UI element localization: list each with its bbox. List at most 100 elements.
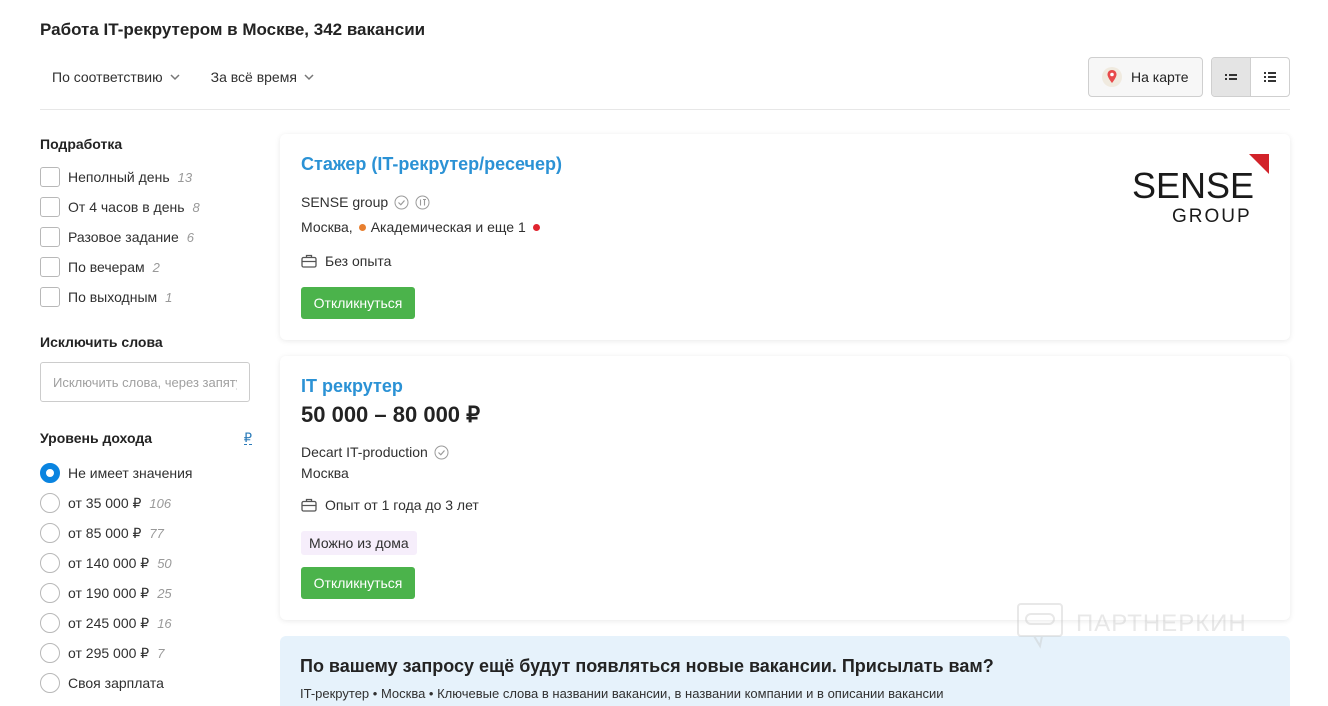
verified-check-icon (394, 195, 409, 209)
option-label: от 245 000 ₽ (68, 614, 150, 631)
sort-period-label: За всё время (210, 69, 297, 85)
option-label: Разовое задание (68, 229, 179, 245)
option-label: По выходным (68, 289, 158, 305)
option-label: От 4 часов в день (68, 199, 185, 215)
parttime-option[interactable]: От 4 часов в день 8 (40, 192, 252, 222)
checkbox[interactable] (40, 167, 60, 187)
option-label: от 190 000 ₽ (68, 584, 150, 601)
sort-relevance-dropdown[interactable]: По соответствию (40, 67, 181, 87)
option-count: 106 (149, 495, 172, 511)
option-label: от 35 000 ₽ (68, 494, 142, 511)
parttime-option[interactable]: По вечерам 2 (40, 252, 252, 282)
view-toggle (1211, 57, 1290, 97)
option-count: 50 (157, 555, 172, 571)
income-option[interactable]: Не имеет значения (40, 458, 252, 488)
company-name[interactable]: Decart IT-production (301, 444, 428, 460)
header-divider (40, 109, 1290, 110)
experience-row: Опыт от 1 года до 3 лет (301, 497, 479, 513)
experience-row: Без опыта (301, 253, 391, 269)
city: Москва, (301, 219, 353, 235)
subscribe-subtitle: IT-рекрутер • Москва • Ключевые слова в … (300, 686, 944, 701)
vacancy-title-link[interactable]: Стажер (IT-рекрутер/ресечер) (301, 154, 562, 175)
subscribe-title: По вашему запросу ещё будут появляться н… (300, 656, 994, 676)
company-row: Decart IT-production (301, 444, 449, 460)
metro-line-dot (532, 223, 540, 231)
option-count: 77 (149, 525, 164, 541)
checkbox[interactable] (40, 287, 60, 307)
income-option[interactable]: от 295 000 ₽ 7 (40, 638, 252, 668)
respond-button[interactable]: Откликнуться (301, 287, 415, 319)
option-label: Своя зарплата (68, 675, 164, 691)
option-label: от 295 000 ₽ (68, 644, 150, 661)
chevron-down-icon (170, 74, 180, 81)
it-accredited-icon (415, 195, 430, 209)
option-label: от 140 000 ₽ (68, 554, 150, 571)
company-name[interactable]: SENSE group (301, 194, 388, 210)
salary: 50 000 – 80 000 ₽ (301, 402, 481, 427)
map-pin-icon (1102, 67, 1122, 87)
income-option[interactable]: от 35 000 ₽ 106 (40, 488, 252, 518)
radio-button[interactable] (40, 523, 60, 543)
option-label: По вечерам (68, 259, 145, 275)
full-view-button[interactable] (1251, 58, 1289, 96)
option-count: 25 (157, 585, 172, 601)
income-option[interactable]: от 85 000 ₽ 77 (40, 518, 252, 548)
option-label: Не имеет значения (68, 465, 193, 481)
income-option[interactable]: от 245 000 ₽ 16 (40, 608, 252, 638)
chevron-down-icon (304, 74, 314, 81)
checkbox[interactable] (40, 197, 60, 217)
verified-check-icon (434, 445, 449, 459)
income-header: Уровень дохода ₽ (40, 430, 252, 446)
option-label: Неполный день (68, 169, 170, 185)
income-heading: Уровень дохода (40, 430, 153, 446)
parttime-option[interactable]: Неполный день 13 (40, 162, 252, 192)
logo-text-group: GROUP (1172, 206, 1252, 226)
location-row: Москва (301, 465, 349, 481)
vacancy-card: Стажер (IT-рекрутер/ресечер) SENSE group… (280, 134, 1290, 340)
sort-period-dropdown[interactable]: За всё время (211, 67, 315, 87)
compact-view-button[interactable] (1212, 58, 1251, 96)
respond-button[interactable]: Откликнуться (301, 567, 415, 599)
radio-button[interactable] (40, 553, 60, 573)
watermark-text: ПАРТНЕРКИН (1076, 610, 1247, 637)
parttime-option[interactable]: Разовое задание 6 (40, 222, 252, 252)
list-icon (1264, 72, 1276, 82)
map-button[interactable]: На карте (1088, 57, 1203, 97)
company-logo[interactable]: SENSE GROUP (1132, 154, 1272, 226)
sort-bar: По соответствию За всё время (40, 67, 315, 87)
parttime-option[interactable]: По выходным 1 (40, 282, 252, 312)
vacancy-title-link[interactable]: IT рекрутер (301, 376, 403, 397)
option-label: от 85 000 ₽ (68, 524, 142, 541)
checkbox[interactable] (40, 227, 60, 247)
radio-button[interactable] (40, 493, 60, 513)
radio-button[interactable] (40, 583, 60, 603)
briefcase-icon (301, 498, 317, 512)
map-button-label: На карте (1131, 69, 1189, 85)
briefcase-icon (301, 254, 317, 268)
company-row: SENSE group (301, 194, 430, 210)
income-option[interactable]: от 190 000 ₽ 25 (40, 578, 252, 608)
experience-label: Без опыта (325, 253, 392, 269)
vacancy-card: IT рекрутер 50 000 – 80 000 ₽ Decart IT-… (280, 356, 1290, 620)
location-row: Москва, Академическая и еще 1 (301, 219, 545, 235)
remote-tag: Можно из дома (301, 531, 417, 555)
compact-list-icon (1225, 74, 1237, 80)
radio-button[interactable] (40, 643, 60, 663)
exclude-heading: Исключить слова (40, 334, 163, 350)
radio-button[interactable] (40, 463, 60, 483)
page-title: Работа IT-рекрутером в Москве, 342 вакан… (40, 20, 426, 39)
option-count: 1 (165, 289, 173, 305)
income-option[interactable]: от 140 000 ₽ 50 (40, 548, 252, 578)
sort-relevance-label: По соответствию (52, 69, 163, 85)
radio-button[interactable] (40, 613, 60, 633)
metro-line-dot (358, 223, 366, 231)
option-count: 16 (157, 615, 172, 631)
watermark-logo-icon (1017, 603, 1063, 649)
income-option[interactable]: Своя зарплата (40, 668, 252, 698)
logo-text-sense: SENSE (1132, 165, 1254, 206)
radio-button[interactable] (40, 673, 60, 693)
option-count: 13 (177, 169, 193, 185)
currency-switch-link[interactable]: ₽ (243, 431, 252, 445)
checkbox[interactable] (40, 257, 60, 277)
exclude-words-input[interactable] (40, 362, 250, 402)
